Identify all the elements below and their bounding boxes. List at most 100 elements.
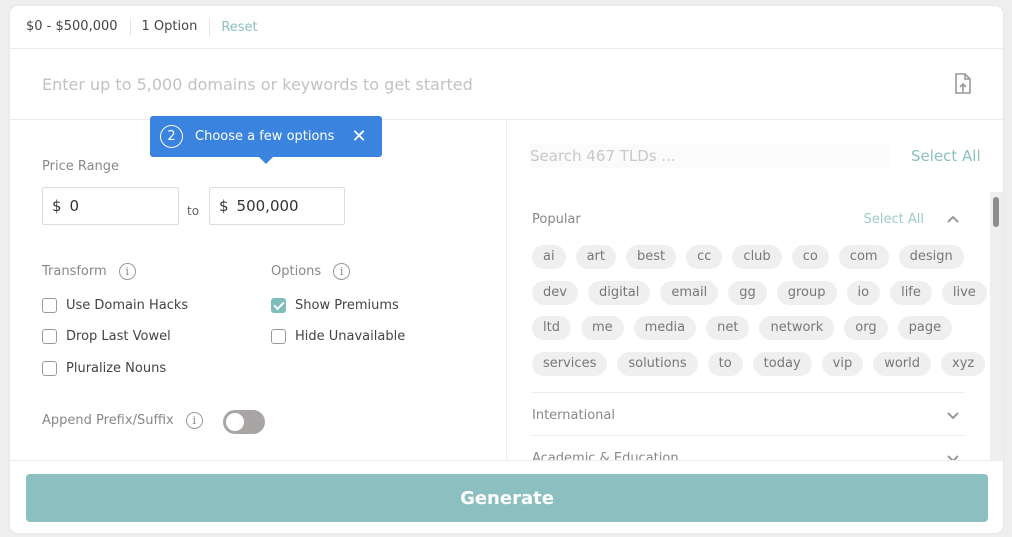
tld-chip[interactable]: co [791,245,829,269]
info-icon[interactable]: i [333,263,351,280]
append-toggle[interactable] [223,410,265,434]
tld-panel: Select All Popular Select All aiartbestc… [508,120,1003,460]
price-min-field[interactable]: $ [42,187,179,225]
tld-chip[interactable]: xyz [941,351,986,376]
info-icon[interactable]: i [118,263,136,280]
price-min-input[interactable] [69,197,170,215]
reset-link[interactable]: Reset [221,20,257,35]
category-header-international[interactable]: International [532,405,964,425]
info-icon[interactable]: i [185,412,203,429]
step-number-badge: 2 [160,125,183,148]
transform-label: Transform [42,264,107,279]
category-header-academic[interactable]: Academic & Education [532,448,964,460]
chevron-up-icon[interactable] [946,212,960,226]
scrollbar-track[interactable] [990,192,1003,460]
tld-chip[interactable]: gg [728,280,767,305]
chip-row: ltd me media net network org page [532,316,972,340]
tld-chip[interactable]: page [897,316,953,340]
checkbox-show-premiums[interactable]: Show Premiums [271,298,399,313]
tld-chip[interactable]: design [898,245,964,269]
price-max-input[interactable] [236,197,337,215]
tld-category-list: Popular Select All ai art best cc club co com d… [508,192,990,460]
checkbox-label: Use Domain Hacks [66,298,189,313]
options-count-summary: 1 Option [142,18,211,36]
tld-chip[interactable]: ai [532,245,566,269]
keyword-input-area [10,49,1003,120]
checkbox-label: Pluralize Nouns [66,361,167,376]
tld-chip[interactable]: vip [821,351,864,376]
chevron-down-icon[interactable] [946,408,960,422]
options-label: Options [271,264,322,279]
tld-chip[interactable]: digital [587,280,651,305]
toggle-knob [226,413,244,431]
select-all-tlds-button[interactable]: Select All [911,147,981,165]
tld-chip[interactable]: com [838,245,889,269]
tld-chip[interactable]: cc [686,245,723,269]
footer: Generate [10,460,1003,533]
checkbox-use-domain-hacks[interactable]: Use Domain Hacks [42,298,188,313]
category-name: Academic & Education [532,450,679,461]
currency-symbol: $ [52,197,62,215]
tld-chip[interactable]: solutions [617,351,698,376]
checkbox-box[interactable] [42,298,57,313]
tld-chip[interactable]: dev [532,280,578,305]
category-select-all[interactable]: Select All [864,212,924,227]
tld-chip[interactable]: art [575,245,616,269]
tld-chip[interactable]: io [846,280,881,305]
append-heading: Append Prefix/Suffix i [42,412,203,429]
tld-chip[interactable]: group [776,280,837,305]
tld-search-input[interactable] [530,144,890,168]
price-range-summary: $0 - $500,000 [26,18,131,36]
options-heading: Options i [271,263,351,280]
checkbox-box[interactable] [42,361,57,376]
tld-chip[interactable]: ltd [532,316,571,340]
file-upload-icon[interactable] [953,72,973,96]
checkbox-hide-unavailable[interactable]: Hide Unavailable [271,329,405,344]
tld-chip[interactable]: life [890,280,932,305]
divider [532,392,964,393]
tld-chip[interactable]: media [633,316,697,340]
divider [532,435,964,436]
currency-symbol: $ [219,197,229,215]
price-max-field[interactable]: $ [209,187,345,225]
scrollbar-thumb[interactable] [993,197,999,227]
checkbox-drop-last-vowel[interactable]: Drop Last Vowel [42,329,171,344]
checkbox-box[interactable] [42,329,57,344]
checkbox-label: Hide Unavailable [295,329,406,344]
transform-heading: Transform i [42,263,136,280]
onboarding-tooltip: 2 Choose a few options ✕ [150,116,382,164]
keyword-input[interactable] [42,74,892,94]
chip-row: dev digital email gg group io life live [532,280,987,305]
tooltip-text: Choose a few options [195,129,335,144]
tld-chips: ai art best cc club co com design dev digital emai… [532,245,987,387]
tld-chip[interactable]: live [941,280,987,305]
chip-row: services solutions to today vip world xyz [532,351,986,376]
domain-generator-card: $0 - $500,000 1 Option Reset Price Range… [10,6,1003,533]
tld-chip[interactable]: to [707,351,743,376]
checkbox-pluralize-nouns[interactable]: Pluralize Nouns [42,361,166,376]
tld-chip[interactable]: world [873,351,931,376]
tld-chip[interactable]: today [752,351,812,376]
close-icon[interactable]: ✕ [351,127,366,146]
tld-chip[interactable]: me [580,316,624,340]
checkbox-label: Drop Last Vowel [66,329,171,344]
checkbox-box-checked[interactable] [271,298,286,313]
tld-chip[interactable]: club [732,245,782,269]
tld-chip[interactable]: net [706,316,750,340]
filter-summary-bar: $0 - $500,000 1 Option Reset [10,6,1003,49]
category-name: International [532,407,615,423]
category-name: Popular [532,211,581,227]
append-label: Append Prefix/Suffix [42,413,174,428]
tld-chip[interactable]: org [844,316,888,340]
tld-chip[interactable]: services [532,351,608,376]
checkbox-box[interactable] [271,329,286,344]
chip-row: ai art best cc club co com design [532,245,972,269]
to-label: to [187,204,200,218]
tld-chip[interactable]: best [626,245,677,269]
generate-button[interactable]: Generate [26,474,988,522]
checkbox-label: Show Premiums [295,298,399,313]
tld-chip[interactable]: network [759,316,835,340]
tld-chip[interactable]: email [660,280,719,305]
category-header-popular[interactable]: Popular Select All [532,209,964,229]
chevron-down-icon[interactable] [946,451,960,460]
